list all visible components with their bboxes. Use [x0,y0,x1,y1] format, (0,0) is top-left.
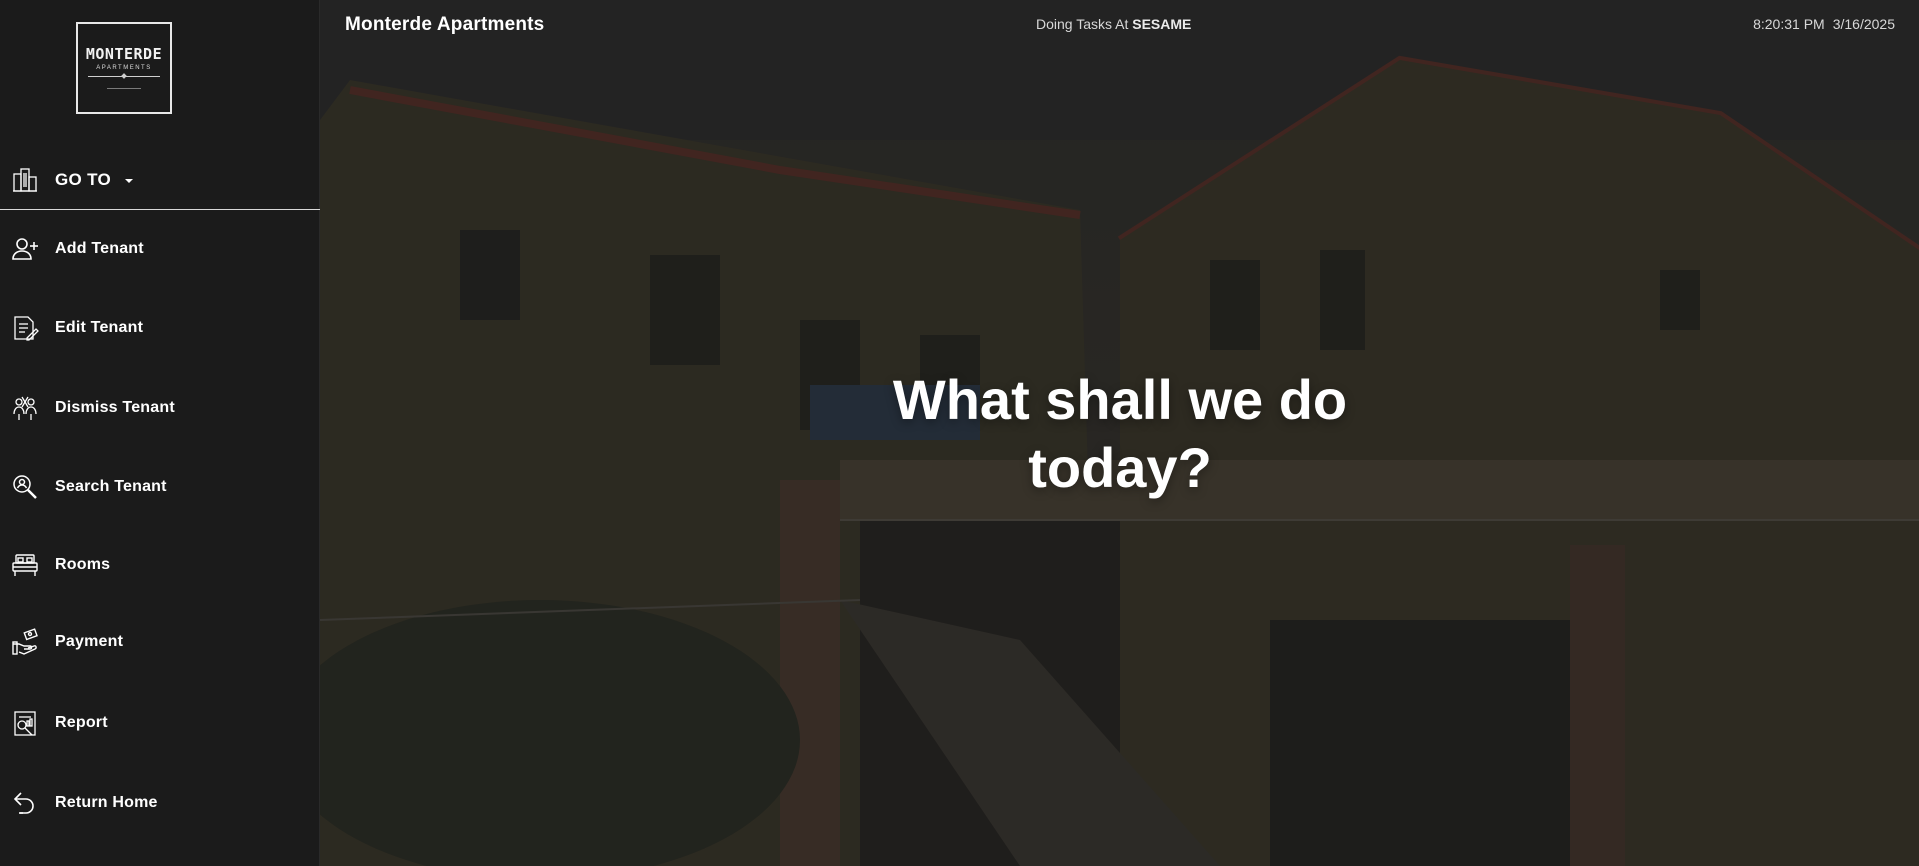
app-window: MONTERDE APARTMENTS GO TO Add Tenant Edi… [0,0,1919,866]
sidebar-item-payment[interactable]: Payment [0,614,320,670]
sidebar-item-label: Edit Tenant [55,319,144,336]
welcome-headline: What shall we do today? [892,368,1348,499]
building-icon [10,165,40,195]
clock-time: 8:20:31 PM [1753,16,1825,32]
hand-cash-icon [10,627,40,657]
sidebar-item-label: Payment [55,633,124,650]
current-user-status: Doing Tasks At SESAME [1036,16,1191,32]
report-icon [10,708,40,738]
datetime: 8:20:31 PM 3/16/2025 [1753,16,1895,32]
logo-subtitle: APARTMENTS [96,65,152,71]
sidebar-item-report[interactable]: Report [0,695,320,751]
sidebar-item-label: Dismiss Tenant [55,399,175,416]
sidebar-item-add-tenant[interactable]: Add Tenant [0,221,320,277]
sidebar-item-label: Return Home [55,794,158,811]
goto-label: GO TO [55,169,111,189]
sidebar-item-return-home[interactable]: Return Home [0,775,320,831]
edit-document-icon [10,313,40,343]
return-arrow-icon [10,788,40,818]
logo-tagline-mark [107,88,141,89]
sidebar-item-label: Rooms [55,556,111,573]
add-user-icon [10,234,40,264]
sidebar-item-dismiss-tenant[interactable]: Dismiss Tenant [0,380,320,436]
logo-divider [88,76,160,77]
top-bar: Monterde Apartments Doing Tasks At SESAM… [320,0,1919,50]
logo: MONTERDE APARTMENTS [76,22,172,114]
goto-dropdown[interactable]: GO TO [0,150,320,210]
sidebar-item-label: Search Tenant [55,478,167,495]
doing-prefix: Doing Tasks At [1036,16,1133,32]
logo-name: MONTERDE [85,45,163,63]
sidebar-item-label: Add Tenant [55,240,144,257]
sidebar-item-search-tenant[interactable]: Search Tenant [0,459,320,515]
sidebar: MONTERDE APARTMENTS GO TO Add Tenant Edi… [0,0,320,866]
caret-down-icon [124,178,133,183]
sidebar-item-rooms[interactable]: Rooms [0,537,320,593]
current-user-name: SESAME [1132,16,1192,32]
sidebar-item-edit-tenant[interactable]: Edit Tenant [0,300,320,356]
dismiss-people-icon [10,393,40,423]
bed-icon [10,550,40,580]
app-title: Monterde Apartments [345,14,545,35]
search-user-icon [10,472,40,502]
clock-date: 3/16/2025 [1832,16,1895,32]
main-content: Monterde Apartments Doing Tasks At SESAM… [320,0,1919,866]
sidebar-item-label: Report [55,714,108,731]
